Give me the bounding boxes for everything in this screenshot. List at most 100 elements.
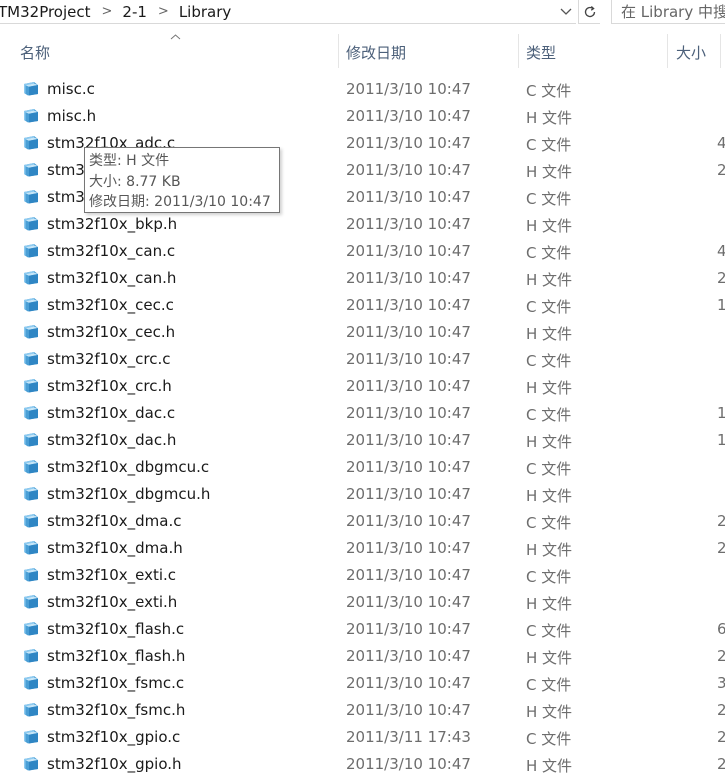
file-icon [22,702,40,717]
file-row[interactable]: misc.h 2011/3/10 10:47 H 文件 [0,103,725,130]
file-type: C 文件 [526,298,572,316]
file-name[interactable]: stm32f10x_exti.h [47,593,177,611]
file-row[interactable]: stm32f10x_cec.c 2011/3/10 10:47 C 文件 1 [0,292,725,319]
file-row[interactable]: stm32f10x_dac.h 2011/3/10 10:47 H 文件 1 [0,427,725,454]
file-name[interactable]: misc.c [47,80,95,98]
file-name[interactable]: stm32f10x_exti.c [47,566,176,584]
file-date: 2011/3/10 10:47 [346,242,471,260]
file-name[interactable]: stm32f10x_fsmc.h [47,701,185,719]
file-name[interactable]: stm32f10x_cec.h [47,323,175,341]
file-date: 2011/3/10 10:47 [346,161,471,179]
file-size: 4 [717,134,725,152]
file-row[interactable]: stm32f10x_dma.c 2011/3/10 10:47 C 文件 2 [0,508,725,535]
file-name[interactable]: stm32f10x_dbgmcu.c [47,458,209,476]
file-row[interactable]: stm32f10x_can.c 2011/3/10 10:47 C 文件 4 [0,238,725,265]
column-header-name[interactable]: 名称 [20,42,50,63]
breadcrumb[interactable]: TM32Project > 2-1 > Library [0,0,576,24]
breadcrumb-item-2-1[interactable]: 2-1 [122,3,152,21]
file-date: 2011/3/10 10:47 [346,512,471,530]
file-row[interactable]: stm32f10x_bkp.h 2011/3/10 10:47 H 文件 [0,211,725,238]
file-size: 2 [717,161,725,179]
column-header: 名称 修改日期 类型 大小 [0,28,725,76]
file-row[interactable]: stm32f10x_dbgmcu.h 2011/3/10 10:47 H 文件 [0,481,725,508]
file-icon [22,108,40,123]
file-icon [22,567,40,582]
file-name[interactable]: stm32f10x_flash.c [47,620,184,638]
file-icon [22,729,40,744]
file-size: 4 [717,242,725,260]
file-name[interactable]: stm32f10x_crc.c [47,350,171,368]
column-header-size[interactable]: 大小 [676,42,706,63]
file-row[interactable]: stm32f10x_exti.c 2011/3/10 10:47 C 文件 [0,562,725,589]
file-name[interactable]: stm32f10x_can.c [47,242,175,260]
file-size: 6 [717,620,725,638]
file-name[interactable]: stm32f10x_gpio.h [47,755,182,773]
file-icon [22,486,40,501]
file-date: 2011/3/10 10:47 [346,377,471,395]
file-name[interactable]: stm32f10x_gpio.c [47,728,180,746]
file-date: 2011/3/10 10:47 [346,431,471,449]
file-name[interactable]: misc.h [47,107,96,125]
file-size: 1 [717,431,725,449]
file-size: 2 [717,647,725,665]
file-row[interactable]: stm32f10x_fsmc.h 2011/3/10 10:47 H 文件 2 [0,697,725,724]
file-row[interactable]: stm32f10x_gpio.h 2011/3/10 10:47 H 文件 2 [0,751,725,778]
file-name[interactable]: stm32f10x_dac.h [47,431,176,449]
column-divider[interactable] [338,34,339,68]
file-row[interactable]: stm32f10x_dbgmcu.c 2011/3/10 10:47 C 文件 [0,454,725,481]
file-name[interactable]: stm32f10x_crc.h [47,377,172,395]
file-icon [22,81,40,96]
file-type: H 文件 [526,325,573,343]
file-row[interactable]: stm32f10x_gpio.c 2011/3/11 17:43 C 文件 2 [0,724,725,751]
sort-ascending-icon [170,30,181,43]
file-row[interactable]: stm32f10x_dma.h 2011/3/10 10:47 H 文件 2 [0,535,725,562]
file-type: C 文件 [526,730,572,748]
file-type: H 文件 [526,487,573,505]
file-icon [22,405,40,420]
file-icon [22,513,40,528]
file-date: 2011/3/10 10:47 [346,188,471,206]
file-name[interactable]: stm32f10x_dma.h [47,539,183,557]
file-row[interactable]: stm32f10x_fsmc.c 2011/3/10 10:47 C 文件 3 [0,670,725,697]
file-row[interactable]: stm32f10x_dac.c 2011/3/10 10:47 C 文件 1 [0,400,725,427]
file-name[interactable]: stm32f10x_flash.h [47,647,185,665]
file-size: 1 [717,296,725,314]
file-size: 2 [717,512,725,530]
file-row[interactable]: stm32f10x_cec.h 2011/3/10 10:47 H 文件 [0,319,725,346]
file-row[interactable]: stm32f10x_crc.h 2011/3/10 10:47 H 文件 [0,373,725,400]
file-date: 2011/3/10 10:47 [346,404,471,422]
file-row[interactable]: stm32f10x_can.h 2011/3/10 10:47 H 文件 2 [0,265,725,292]
file-row[interactable]: stm32f10x_exti.h 2011/3/10 10:47 H 文件 [0,589,725,616]
file-type: C 文件 [526,82,572,100]
file-size: 2 [717,728,725,746]
refresh-icon[interactable] [578,0,600,24]
file-type: H 文件 [526,271,573,289]
file-name[interactable]: stm32f10x_bkp.h [47,215,177,233]
file-icon [22,459,40,474]
file-date: 2011/3/10 10:47 [346,701,471,719]
search-input[interactable]: 在 Library 中搜 [611,0,725,24]
column-divider[interactable] [720,34,721,68]
file-name[interactable]: stm32f10x_dbgmcu.h [47,485,210,503]
file-size: 2 [717,269,725,287]
breadcrumb-item-library[interactable]: Library [179,3,236,21]
file-icon [22,675,40,690]
file-row[interactable]: misc.c 2011/3/10 10:47 C 文件 [0,76,725,103]
file-info-tooltip: 类型: H 文件 大小: 8.77 KB 修改日期: 2011/3/10 10:… [84,147,280,213]
file-row[interactable]: stm32f10x_crc.c 2011/3/10 10:47 C 文件 [0,346,725,373]
breadcrumb-item-project[interactable]: TM32Project [0,3,96,21]
file-name[interactable]: stm32f10x_fsmc.c [47,674,184,692]
chevron-down-icon[interactable] [556,2,576,22]
file-name[interactable]: stm32f10x_can.h [47,269,176,287]
file-name[interactable]: stm32f10x_cec.c [47,296,174,314]
file-row[interactable]: stm32f10x_flash.h 2011/3/10 10:47 H 文件 2 [0,643,725,670]
file-icon [22,324,40,339]
file-row[interactable]: stm32f10x_flash.c 2011/3/10 10:47 C 文件 6 [0,616,725,643]
column-divider[interactable] [518,34,519,68]
column-header-date[interactable]: 修改日期 [346,42,406,63]
column-divider[interactable] [667,34,668,68]
file-name[interactable]: stm32f10x_dma.c [47,512,181,530]
column-header-type[interactable]: 类型 [526,42,556,63]
file-date: 2011/3/10 10:47 [346,620,471,638]
file-name[interactable]: stm32f10x_dac.c [47,404,175,422]
